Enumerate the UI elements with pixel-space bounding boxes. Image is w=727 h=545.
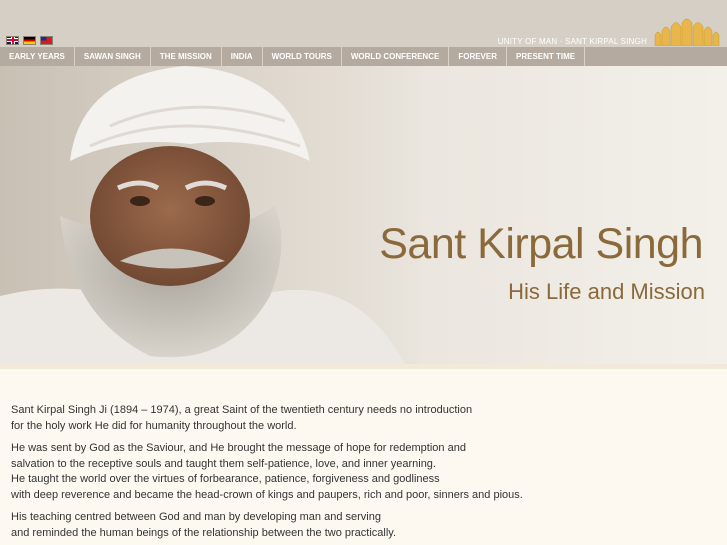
intro-paragraph: Sant Kirpal Singh Ji (1894 – 1974), a gr… [11, 403, 716, 434]
text-line: with deep reverence and became the head-… [11, 488, 523, 501]
text-line: and reminded the human beings of the rel… [11, 526, 397, 539]
nav-item-early-years[interactable]: EARLY YEARS [0, 47, 75, 66]
portrait-image [0, 66, 420, 364]
intro-paragraph: His teaching centred between God and man… [11, 510, 716, 541]
text-line: for the holy work He did for humanity th… [11, 419, 297, 432]
text-line: He taught the world over the virtues of … [11, 473, 440, 485]
taiwan-flag-icon[interactable] [40, 36, 53, 45]
text-line: salvation to the receptive souls and tau… [11, 457, 436, 470]
hero-banner: Sant Kirpal Singh His Life and Mission [0, 66, 727, 364]
nav-item-india[interactable]: INDIA [222, 47, 263, 66]
temple-logo-icon[interactable] [653, 17, 721, 46]
hero-title: Sant Kirpal Singh [379, 220, 703, 268]
site-header: UNITY OF MAN · SANT KIRPAL SINGH [0, 0, 727, 47]
intro-paragraph: He was sent by God as the Saviour, and H… [11, 441, 716, 503]
nav-item-the-mission[interactable]: THE MISSION [151, 47, 222, 66]
text-line: He was sent by God as the Saviour, and H… [11, 442, 466, 454]
germany-flag-icon[interactable] [23, 36, 36, 45]
text-line: His teaching centred between God and man… [11, 511, 381, 523]
nav-item-world-tours[interactable]: WORLD TOURS [263, 47, 342, 66]
text-line: Sant Kirpal Singh Ji (1894 – 1974), a gr… [11, 404, 473, 416]
nav-item-sawan-singh[interactable]: SAWAN SINGH [75, 47, 151, 66]
uk-flag-icon[interactable] [6, 36, 19, 45]
main-navigation: EARLY YEARS SAWAN SINGH THE MISSION INDI… [0, 47, 727, 66]
intro-text: Sant Kirpal Singh Ji (1894 – 1974), a gr… [0, 369, 727, 541]
nav-item-world-conference[interactable]: WORLD CONFERENCE [342, 47, 450, 66]
language-flags [6, 36, 53, 45]
nav-item-forever[interactable]: FOREVER [449, 47, 507, 66]
hero-subtitle: His Life and Mission [508, 279, 705, 304]
nav-item-present-time[interactable]: PRESENT TIME [507, 47, 586, 66]
site-tagline: UNITY OF MAN · SANT KIRPAL SINGH [497, 37, 647, 46]
